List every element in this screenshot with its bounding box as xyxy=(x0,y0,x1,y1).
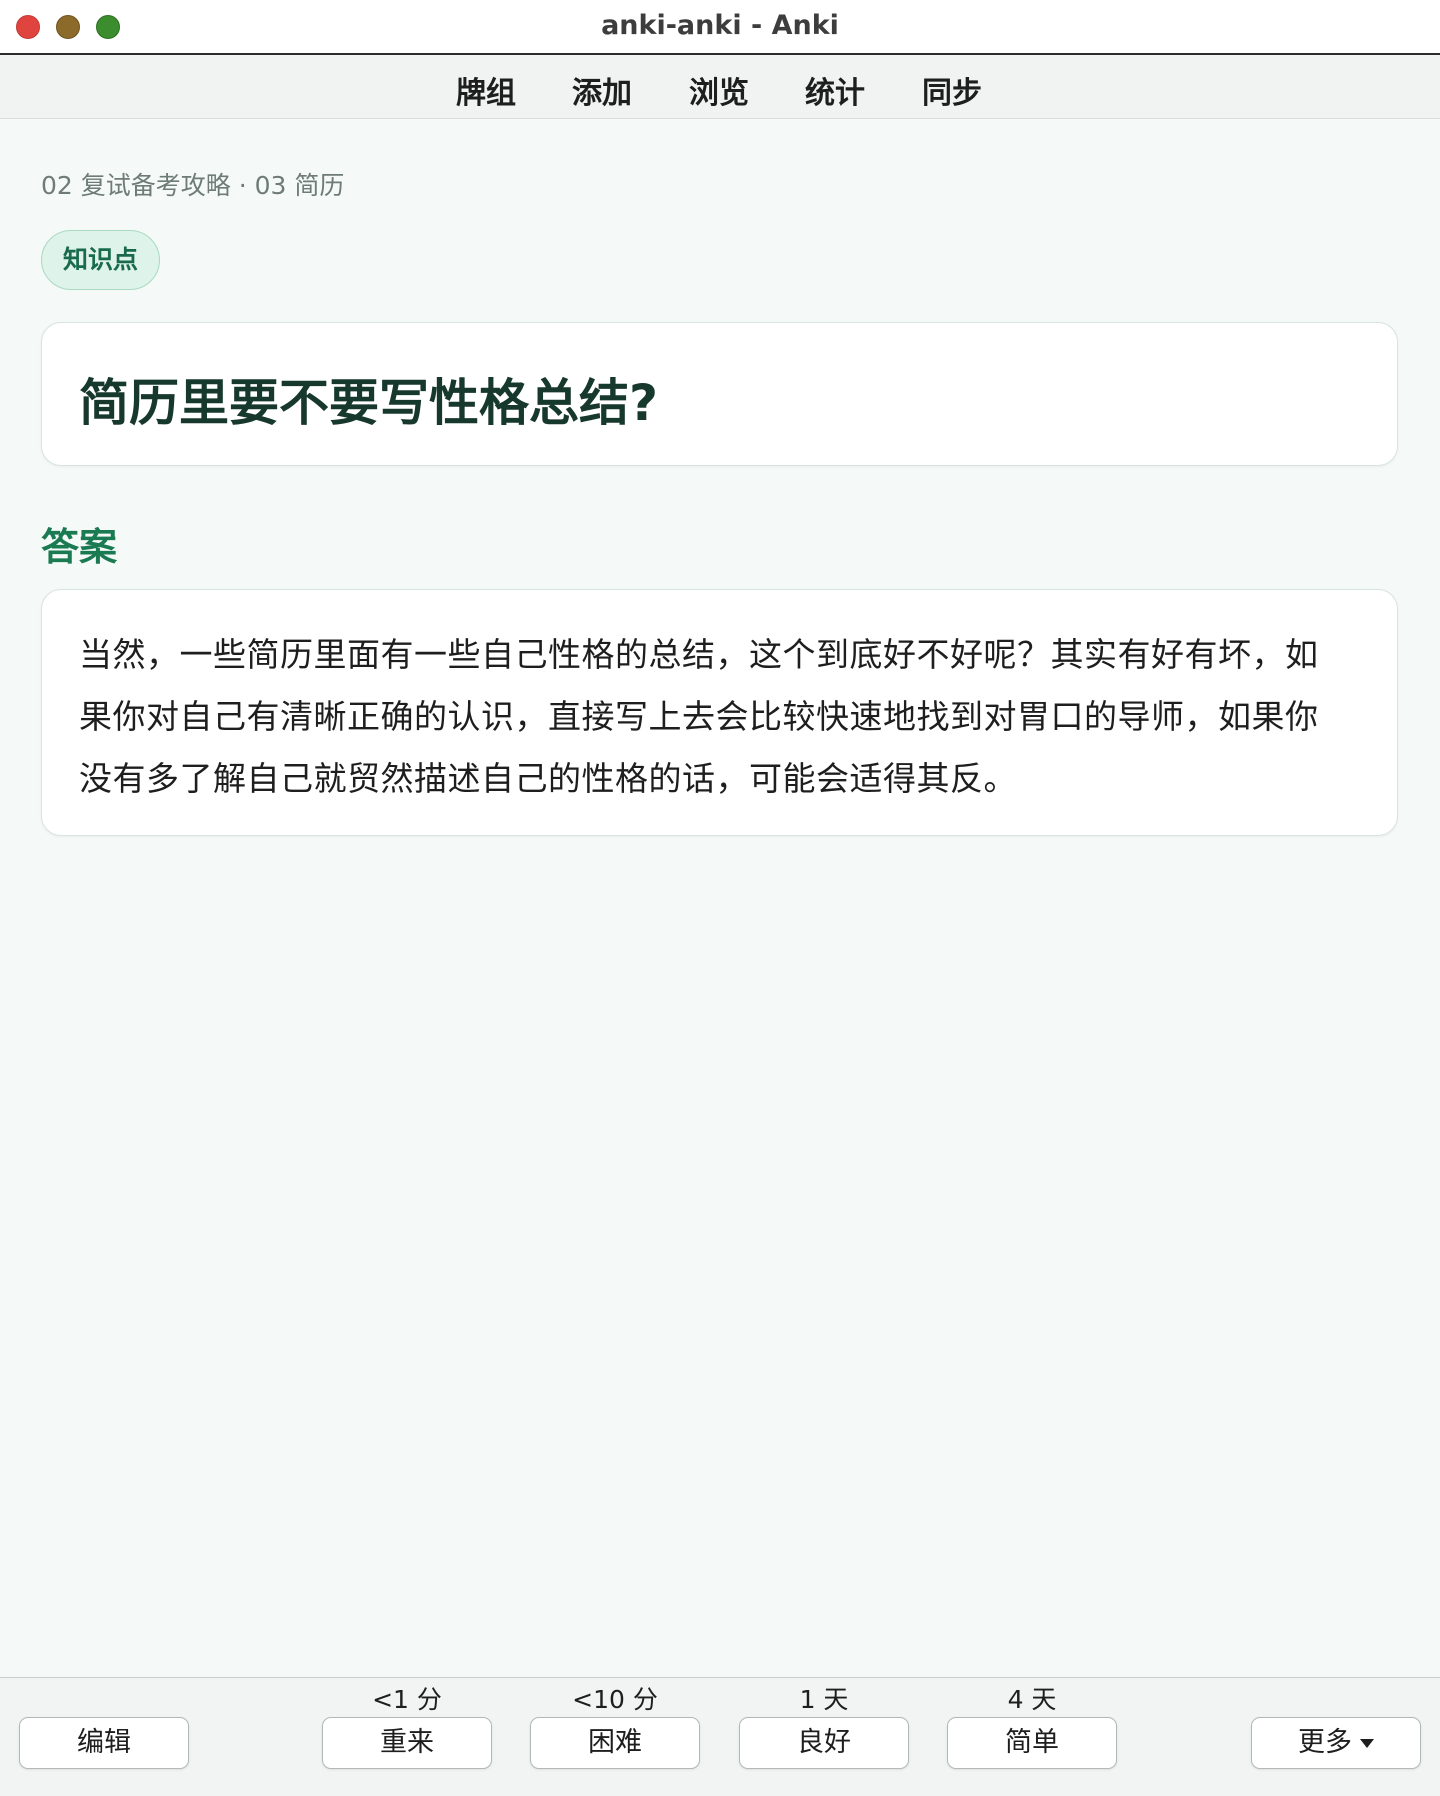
card-tag-badge: 知识点 xyxy=(41,230,161,290)
toolbar-stats[interactable]: 统计 xyxy=(805,68,865,112)
answer-card: 当然，一些简历里面有一些自己性格的总结，这个到底好不好呢？其实有好有坏，如果你对… xyxy=(41,589,1398,836)
main-toolbar: 牌组 添加 浏览 统计 同步 xyxy=(0,55,1440,119)
review-bottom-bar xyxy=(0,1677,1440,1796)
deck-breadcrumb: 02 复试备考攻略 · 03 简历 xyxy=(41,171,345,200)
easy-button[interactable]: 简单 xyxy=(947,1717,1117,1769)
toolbar-add[interactable]: 添加 xyxy=(572,68,632,112)
easy-interval: 4 天 xyxy=(1007,1685,1057,1714)
good-interval: 1 天 xyxy=(799,1685,849,1714)
hard-button[interactable]: 困难 xyxy=(530,1717,700,1769)
again-button[interactable]: 重来 xyxy=(322,1717,492,1769)
hard-interval: <10 分 xyxy=(572,1685,658,1714)
caret-down-icon xyxy=(1360,1739,1374,1748)
title-bar: anki-anki - Anki xyxy=(0,0,1440,55)
answer-heading: 答案 xyxy=(41,525,118,569)
again-interval: <1 分 xyxy=(372,1685,442,1714)
toolbar-browse[interactable]: 浏览 xyxy=(689,68,749,112)
more-button-label: 更多 xyxy=(1298,1727,1352,1758)
anki-window: anki-anki - Anki 牌组 添加 浏览 统计 同步 02 复试备考攻… xyxy=(0,0,1440,1796)
edit-button[interactable]: 编辑 xyxy=(19,1717,189,1769)
toolbar-sync[interactable]: 同步 xyxy=(922,68,982,112)
toolbar-decks[interactable]: 牌组 xyxy=(456,68,516,112)
more-button[interactable]: 更多 xyxy=(1251,1717,1421,1769)
answer-text: 当然，一些简历里面有一些自己性格的总结，这个到底好不好呢？其实有好有坏，如果你对… xyxy=(79,635,1319,798)
good-button[interactable]: 良好 xyxy=(739,1717,909,1769)
question-card: 简历里要不要写性格总结? xyxy=(41,322,1398,466)
question-text: 简历里要不要写性格总结? xyxy=(79,374,659,432)
window-title: anki-anki - Anki xyxy=(601,10,839,41)
